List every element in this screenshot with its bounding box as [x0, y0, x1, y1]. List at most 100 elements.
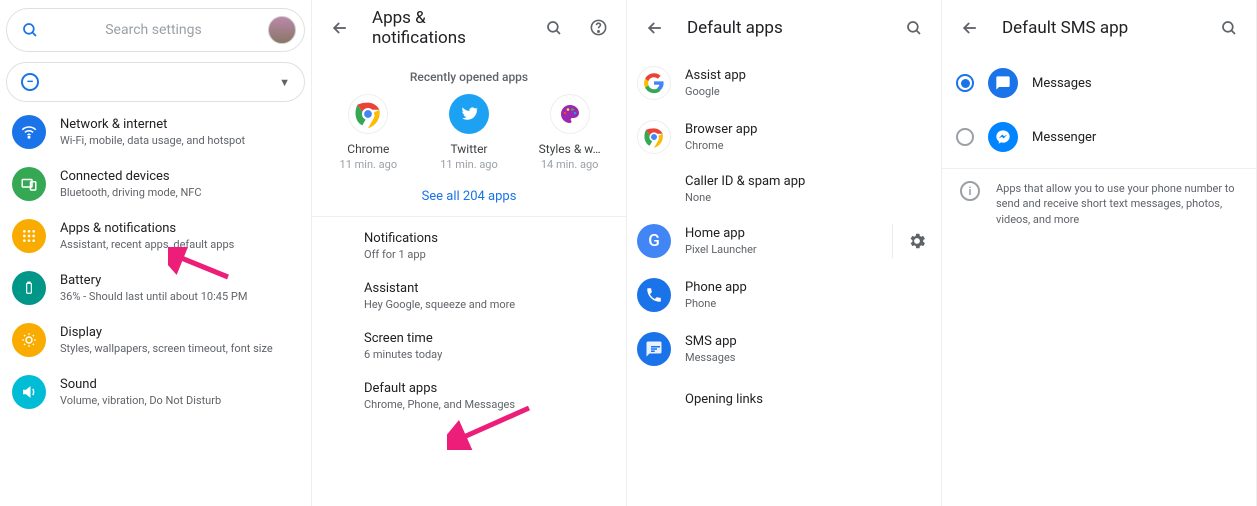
recent-app-time: 11 min. ago: [340, 158, 398, 171]
row-title: Assistant: [364, 281, 626, 296]
info-row: i Apps that allow you to use your phone …: [942, 168, 1256, 239]
devices-icon: [12, 167, 46, 201]
apps-row-default-apps[interactable]: Default apps Chrome, Phone, and Messages: [312, 371, 626, 421]
settings-item-text: Apps & notifications Assistant, recent a…: [60, 221, 234, 251]
row-sub: Pixel Launcher: [685, 243, 878, 256]
row-text: Home app Pixel Launcher: [685, 226, 878, 256]
row-title: SMS app: [685, 334, 927, 349]
row-sub: Messages: [685, 351, 927, 364]
row-sub: Chrome, Phone, and Messages: [364, 398, 626, 411]
settings-item-display[interactable]: Display Styles, wallpapers, screen timeo…: [0, 314, 311, 366]
search-icon[interactable]: [901, 15, 927, 41]
default-apps-pane: Default apps Assist app Google Browser a…: [627, 0, 942, 506]
settings-item-battery[interactable]: Battery 36% - Should last until about 10…: [0, 262, 311, 314]
settings-item-title: Battery: [60, 273, 247, 288]
page-title: Default apps: [687, 18, 883, 38]
sound-icon: [12, 375, 46, 409]
filter-dropdown[interactable]: − ▼: [6, 62, 305, 102]
row-title: Notifications: [364, 231, 626, 246]
row-text: Assist app Google: [685, 68, 927, 98]
radio-unselected-icon: [956, 128, 974, 146]
pane-header: Default apps: [627, 0, 941, 56]
row-title: Default apps: [364, 381, 626, 396]
row-sub: Chrome: [685, 139, 927, 152]
battery-icon: [12, 271, 46, 305]
pane-header: Apps & notifications: [312, 0, 626, 56]
info-text: Apps that allow you to use your phone nu…: [996, 181, 1238, 227]
apps-row-assistant[interactable]: Assistant Hey Google, squeeze and more: [312, 271, 626, 321]
default-sms-pane: Default SMS app Messages Messenger i App…: [942, 0, 1257, 506]
chrome-icon: [348, 94, 388, 134]
avatar[interactable]: [268, 16, 296, 44]
gear-icon[interactable]: [892, 224, 927, 258]
pixel-launcher-icon: G: [637, 224, 671, 258]
row-sub: Phone: [685, 297, 927, 310]
settings-item-text: Display Styles, wallpapers, screen timeo…: [60, 325, 273, 355]
apps-row-notifications[interactable]: Notifications Off for 1 app: [312, 221, 626, 271]
default-app-caller-id[interactable]: Caller ID & spam app None: [627, 164, 941, 214]
settings-item-title: Sound: [60, 377, 221, 392]
sms-option-messenger[interactable]: Messenger: [942, 110, 1256, 164]
recent-app-time: 11 min. ago: [440, 158, 498, 171]
settings-item-sub: Bluetooth, driving mode, NFC: [60, 186, 202, 199]
settings-item-sound[interactable]: Sound Volume, vibration, Do Not Disturb: [0, 366, 311, 418]
settings-item-apps-notifications[interactable]: Apps & notifications Assistant, recent a…: [0, 210, 311, 262]
settings-item-sub: Volume, vibration, Do Not Disturb: [60, 394, 221, 407]
chrome-icon: [637, 120, 671, 154]
settings-item-title: Apps & notifications: [60, 221, 234, 236]
default-app-phone[interactable]: Phone app Phone: [627, 268, 941, 322]
divider: [312, 216, 626, 217]
row-text: Phone app Phone: [685, 280, 927, 310]
chevron-down-icon: ▼: [279, 76, 290, 89]
back-button[interactable]: [326, 14, 354, 42]
radio-selected-icon: [956, 74, 974, 92]
help-icon[interactable]: [585, 14, 612, 41]
default-app-browser[interactable]: Browser app Chrome: [627, 110, 941, 164]
settings-item-connected-devices[interactable]: Connected devices Bluetooth, driving mod…: [0, 158, 311, 210]
row-text: SMS app Messages: [685, 334, 927, 364]
row-title: Caller ID & spam app: [685, 174, 927, 189]
row-title: Opening links: [685, 392, 927, 407]
settings-item-text: Battery 36% - Should last until about 10…: [60, 273, 247, 303]
wifi-icon: [12, 115, 46, 149]
row-title: Assist app: [685, 68, 927, 83]
apps-row-screen-time[interactable]: Screen time 6 minutes today: [312, 321, 626, 371]
search-icon[interactable]: [1216, 15, 1242, 41]
recent-app-twitter[interactable]: Twitter 11 min. ago: [424, 94, 514, 171]
recent-app-time: 14 min. ago: [541, 158, 599, 171]
settings-item-sub: Wi-Fi, mobile, data usage, and hotspot: [60, 134, 245, 147]
settings-item-network[interactable]: Network & internet Wi-Fi, mobile, data u…: [0, 106, 311, 158]
default-app-home[interactable]: G Home app Pixel Launcher: [627, 214, 941, 268]
recent-app-styles[interactable]: Styles & w… 14 min. ago: [525, 94, 615, 171]
back-button[interactable]: [956, 14, 984, 42]
row-text: Caller ID & spam app None: [685, 174, 927, 204]
row-title: Screen time: [364, 331, 626, 346]
apps-notifications-pane: Apps & notifications Recently opened app…: [312, 0, 627, 506]
messenger-icon: [988, 122, 1018, 152]
row-title: Home app: [685, 226, 878, 241]
settings-item-text: Sound Volume, vibration, Do Not Disturb: [60, 377, 221, 407]
info-icon: i: [960, 181, 980, 201]
default-app-sms[interactable]: SMS app Messages: [627, 322, 941, 376]
settings-item-title: Network & internet: [60, 117, 245, 132]
google-icon: [637, 66, 671, 100]
search-settings-input[interactable]: Search settings: [6, 8, 305, 52]
messages-icon: [637, 332, 671, 366]
default-app-assist[interactable]: Assist app Google: [627, 56, 941, 110]
see-all-apps-link[interactable]: See all 204 apps: [312, 171, 626, 216]
settings-item-sub: 36% - Should last until about 10:45 PM: [60, 290, 247, 303]
search-icon[interactable]: [541, 15, 567, 41]
recent-app-chrome[interactable]: Chrome 11 min. ago: [323, 94, 413, 171]
row-text: Opening links: [685, 392, 927, 407]
row-text: Browser app Chrome: [685, 122, 927, 152]
sms-option-messages[interactable]: Messages: [942, 56, 1256, 110]
settings-item-title: Display: [60, 325, 273, 340]
default-app-opening-links[interactable]: Opening links: [627, 376, 941, 417]
page-title: Apps & notifications: [372, 8, 523, 48]
row-title: Browser app: [685, 122, 927, 137]
recent-apps-row: Chrome 11 min. ago Twitter 11 min. ago S…: [312, 94, 626, 171]
back-button[interactable]: [641, 14, 669, 42]
settings-item-sub: Assistant, recent apps, default apps: [60, 238, 234, 251]
palette-icon: [550, 94, 590, 134]
display-icon: [12, 323, 46, 357]
